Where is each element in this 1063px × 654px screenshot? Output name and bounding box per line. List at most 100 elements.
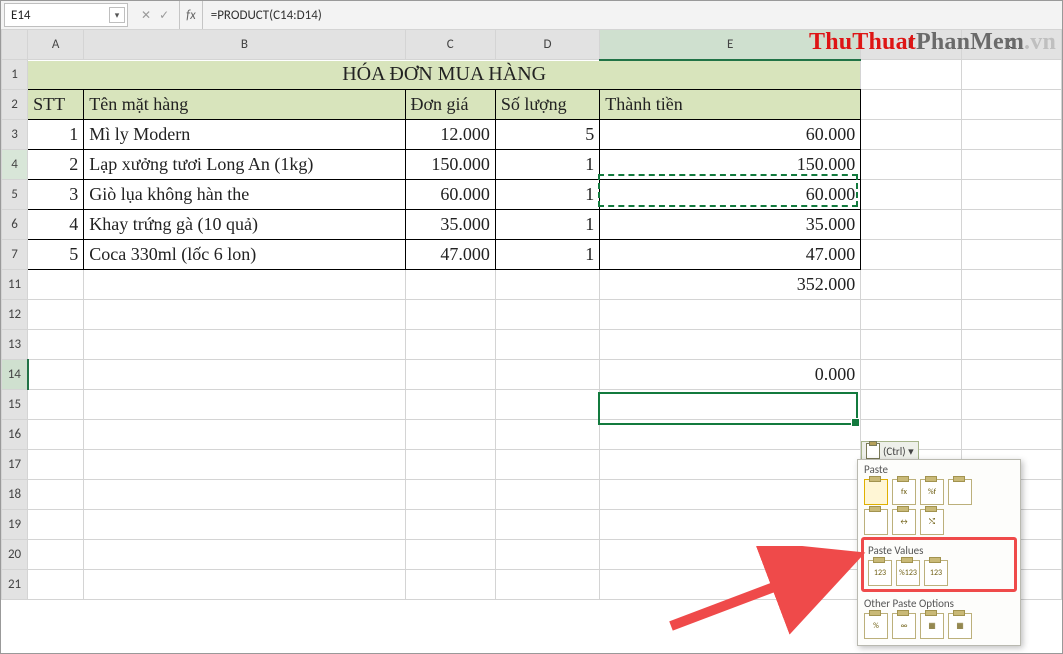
paste-values-number-format-icon[interactable]: %123 (896, 560, 920, 586)
cell-dongia[interactable]: 35.000 (405, 210, 495, 240)
row-header-14[interactable]: 14 (2, 360, 28, 390)
cell[interactable] (495, 480, 599, 510)
paste-transpose-icon[interactable]: ⤭ (920, 509, 944, 535)
cell[interactable] (495, 420, 599, 450)
cell-stt[interactable]: 2 (28, 150, 84, 180)
cell-dongia[interactable]: 60.000 (405, 180, 495, 210)
cell-tt[interactable]: 60.000 (600, 120, 861, 150)
cell-sl[interactable]: 1 (495, 150, 599, 180)
accept-formula-icon[interactable]: ✓ (159, 8, 169, 23)
cell[interactable] (405, 390, 495, 420)
col-header-A[interactable]: A (28, 30, 84, 60)
paste-values-icon[interactable]: 123 (868, 560, 892, 586)
fx-label[interactable]: fx (180, 1, 203, 29)
cell[interactable] (28, 420, 84, 450)
cell-stt[interactable]: 1 (28, 120, 84, 150)
header-ten[interactable]: Tên mặt hàng (84, 90, 405, 120)
cell[interactable] (495, 300, 599, 330)
cell-ten[interactable]: Khay trứng gà (10 quả) (84, 210, 405, 240)
cell[interactable] (405, 570, 495, 600)
cell-ten[interactable]: Coca 330ml (lốc 6 lon) (84, 240, 405, 270)
col-header-D[interactable]: D (495, 30, 599, 60)
cell[interactable] (861, 300, 961, 330)
cell[interactable] (84, 450, 405, 480)
paste-formulas-icon[interactable]: fx (892, 479, 916, 505)
cell[interactable] (495, 540, 599, 570)
row-header-21[interactable]: 21 (2, 570, 28, 600)
cell[interactable] (961, 390, 1061, 420)
paste-values-source-format-icon[interactable]: 123 (924, 560, 948, 586)
cell[interactable] (495, 360, 599, 390)
row-header-20[interactable]: 20 (2, 540, 28, 570)
cell[interactable] (600, 450, 861, 480)
cell[interactable] (600, 480, 861, 510)
cell[interactable] (961, 60, 1061, 90)
cell-ten[interactable]: Mì ly Modern (84, 120, 405, 150)
cell-total[interactable]: 352.000 (600, 270, 861, 300)
cell[interactable] (961, 420, 1061, 450)
cell[interactable] (28, 510, 84, 540)
paste-picture-icon[interactable]: ▦ (920, 613, 944, 639)
name-box-dropdown-icon[interactable]: ▾ (109, 7, 125, 23)
cell[interactable] (600, 390, 861, 420)
cell[interactable] (861, 270, 961, 300)
cell[interactable] (861, 390, 961, 420)
cell[interactable] (28, 330, 84, 360)
cell-sl[interactable]: 1 (495, 180, 599, 210)
paste-all-icon[interactable] (864, 479, 888, 505)
cell[interactable] (600, 510, 861, 540)
cell[interactable] (861, 360, 961, 390)
cell[interactable] (961, 180, 1061, 210)
row-header-4[interactable]: 4 (2, 150, 28, 180)
row-header-6[interactable]: 6 (2, 210, 28, 240)
cell[interactable] (405, 480, 495, 510)
cell[interactable] (600, 300, 861, 330)
cell[interactable] (405, 510, 495, 540)
formula-input[interactable]: =PRODUCT(C14:D14) (203, 8, 330, 23)
paste-link-icon[interactable]: ∞ (892, 613, 916, 639)
cell[interactable] (495, 570, 599, 600)
cell[interactable] (495, 510, 599, 540)
cell[interactable] (28, 270, 84, 300)
header-soluong[interactable]: Số lượng (495, 90, 599, 120)
cell-dongia[interactable]: 150.000 (405, 150, 495, 180)
cell[interactable] (84, 300, 405, 330)
cell[interactable] (961, 300, 1061, 330)
header-stt[interactable]: STT (28, 90, 84, 120)
cell[interactable] (961, 270, 1061, 300)
cell[interactable] (84, 330, 405, 360)
cell-tt[interactable]: 47.000 (600, 240, 861, 270)
cell[interactable] (600, 570, 861, 600)
cell[interactable] (28, 360, 84, 390)
paste-keep-source-format-icon[interactable] (948, 479, 972, 505)
row-header-12[interactable]: 12 (2, 300, 28, 330)
cell[interactable] (84, 270, 405, 300)
cell[interactable] (84, 570, 405, 600)
cell[interactable] (961, 240, 1061, 270)
paste-formulas-number-format-icon[interactable]: %f (920, 479, 944, 505)
paste-no-borders-icon[interactable] (864, 509, 888, 535)
cell[interactable] (405, 360, 495, 390)
cell-sl[interactable]: 5 (495, 120, 599, 150)
cell-stt[interactable]: 3 (28, 180, 84, 210)
row-header-19[interactable]: 19 (2, 510, 28, 540)
row-header-18[interactable]: 18 (2, 480, 28, 510)
cell[interactable] (84, 510, 405, 540)
cell[interactable] (405, 420, 495, 450)
cell[interactable] (84, 360, 405, 390)
cell-tt[interactable]: 60.000 (600, 180, 861, 210)
row-header-15[interactable]: 15 (2, 390, 28, 420)
cell[interactable] (600, 420, 861, 450)
paste-linked-picture-icon[interactable]: ▦ (948, 613, 972, 639)
cell-dongia[interactable]: 47.000 (405, 240, 495, 270)
cell[interactable] (861, 60, 961, 90)
cell[interactable] (961, 330, 1061, 360)
title-cell[interactable]: HÓA ĐƠN MUA HÀNG (28, 60, 861, 90)
header-dongia[interactable]: Đơn giá (405, 90, 495, 120)
cell[interactable] (84, 540, 405, 570)
cell[interactable] (84, 480, 405, 510)
cell[interactable] (495, 270, 599, 300)
cell[interactable] (861, 240, 961, 270)
header-thanhtien[interactable]: Thành tiền (600, 90, 861, 120)
cell[interactable] (405, 270, 495, 300)
